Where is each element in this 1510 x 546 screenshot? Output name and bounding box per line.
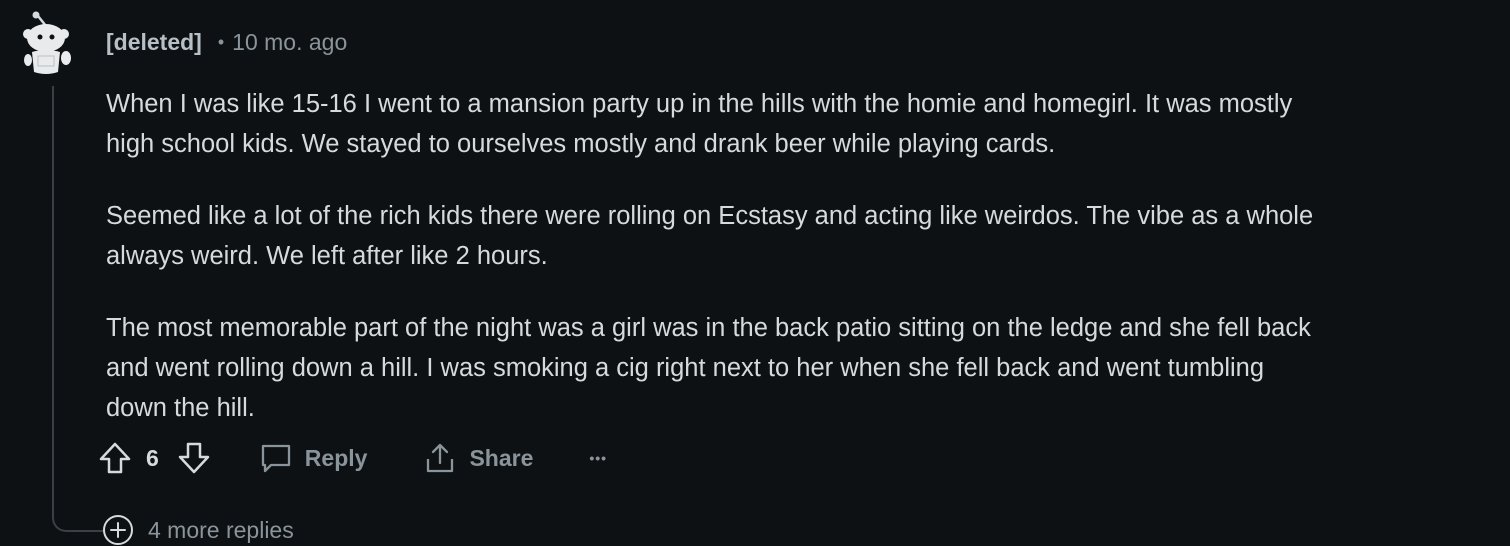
comment-paragraph-1: When I was like 15-16 I went to a mansio… (106, 84, 1501, 164)
share-upload-icon (423, 441, 457, 475)
speech-bubble-icon (259, 441, 293, 475)
comment-paragraph-3: The most memorable part of the night was… (106, 308, 1501, 428)
reply-label: Reply (304, 444, 368, 471)
snoo-avatar-icon (23, 11, 71, 74)
upvote-arrow-icon[interactable] (96, 439, 134, 477)
author-avatar[interactable] (18, 10, 82, 76)
comment-paragraph-2: Seemed like a lot of the rich kids there… (106, 196, 1501, 276)
author-name[interactable]: [deleted] (106, 29, 202, 56)
reply-button[interactable]: Reply (259, 441, 368, 475)
paragraph-line: high school kids. We stayed to ourselves… (106, 130, 1056, 158)
paragraph-line: The most memorable part of the night was… (106, 314, 1311, 342)
paragraph-line: Seemed like a lot of the rich kids there… (106, 202, 1314, 230)
ellipsis-icon: ••• (589, 450, 608, 466)
comment-timestamp[interactable]: 10 mo. ago (232, 29, 347, 56)
plus-circle-icon (102, 514, 134, 546)
downvote-arrow-icon[interactable] (175, 439, 213, 477)
paragraph-line: When I was like 15-16 I went to a mansio… (106, 90, 1293, 118)
more-replies-label: 4 more replies (148, 516, 294, 543)
vote-count: 6 (146, 444, 159, 471)
paragraph-line: always weird. We left after like 2 hours… (106, 242, 548, 270)
share-label: Share (469, 444, 534, 471)
paragraph-line: down the hill. (106, 394, 255, 422)
comment-action-bar: 6 Reply Share ••• (96, 438, 607, 478)
more-replies-button[interactable]: 4 more replies (102, 514, 294, 546)
share-button[interactable]: Share (423, 441, 533, 475)
meta-separator: • (217, 31, 225, 52)
comment-meta: [deleted] • 10 mo. ago (106, 26, 347, 58)
more-options-button[interactable]: ••• (589, 450, 607, 466)
comment-body: When I was like 15-16 I went to a mansio… (106, 84, 1501, 460)
paragraph-line: and went rolling down a hill. I was smok… (106, 354, 1265, 382)
